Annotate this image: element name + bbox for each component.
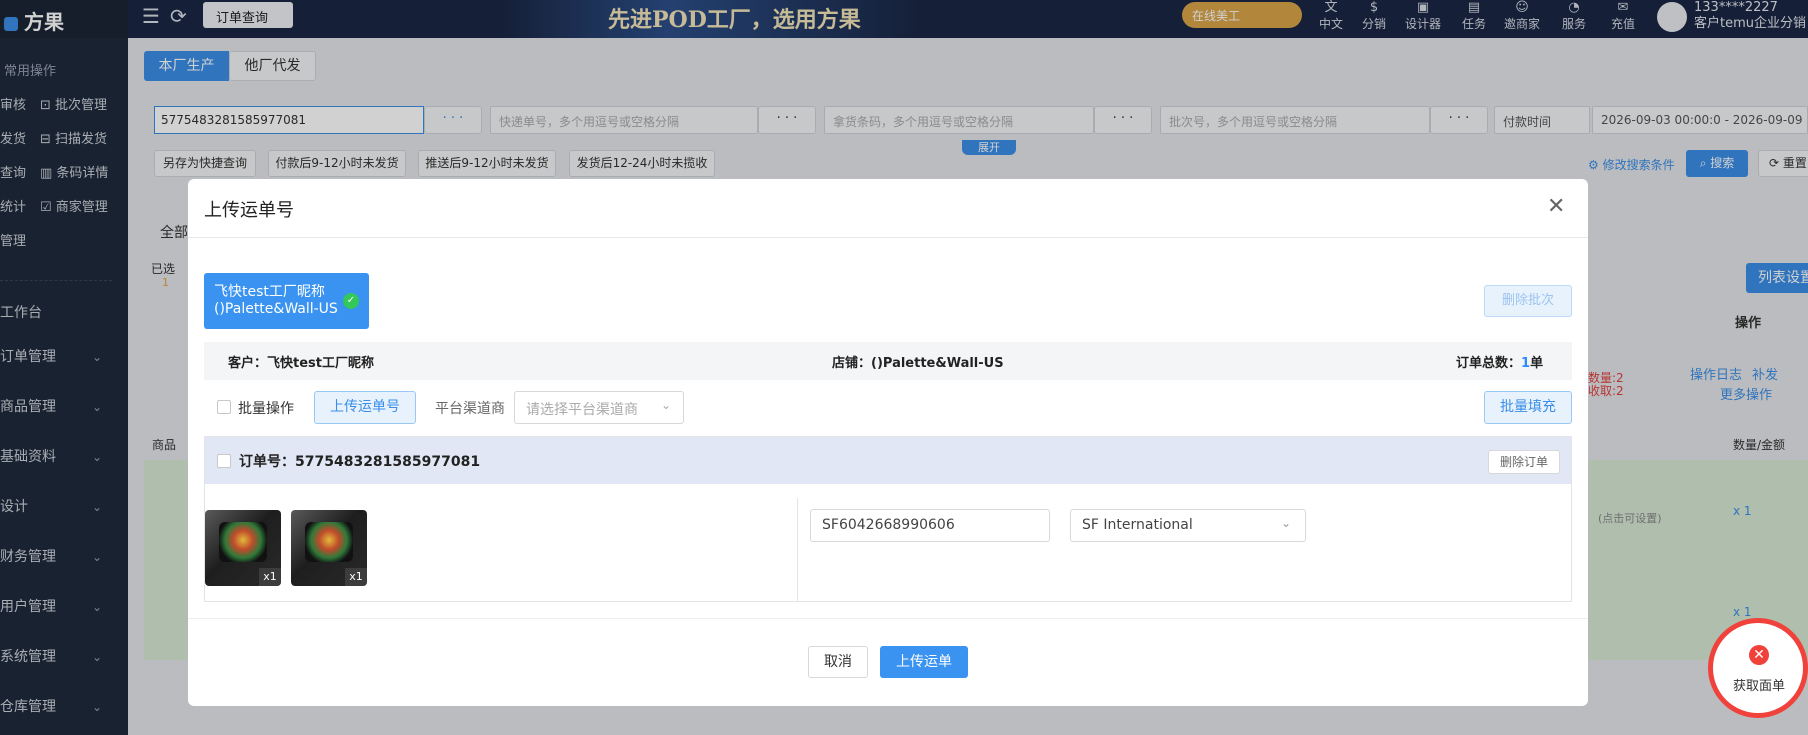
item-quantity: x1 bbox=[259, 568, 281, 586]
channel-label: 平台渠道商 bbox=[435, 401, 505, 417]
chevron-down-icon: ⌄ bbox=[660, 398, 671, 412]
delete-order-button[interactable]: 删除订单 bbox=[1488, 450, 1560, 474]
batch-operation-label[interactable]: 批量操作 bbox=[238, 398, 294, 418]
order-total-info: 订单总数：1单 bbox=[1456, 356, 1544, 371]
close-circle-icon: ✕ bbox=[1749, 645, 1769, 665]
customer-info: 客户：飞快test工厂昵称 bbox=[228, 356, 374, 371]
delete-batch-button[interactable]: 删除批次 bbox=[1484, 285, 1572, 317]
modal-footer-divider bbox=[188, 618, 1588, 619]
product-thumbnail[interactable]: x1 bbox=[291, 510, 367, 586]
product-thumbnail[interactable]: x1 bbox=[205, 510, 281, 586]
order-column-divider bbox=[797, 498, 798, 601]
channel-select[interactable]: 请选择平台渠道商 ⌄ bbox=[514, 391, 684, 424]
modal-divider bbox=[188, 237, 1588, 238]
get-waybill-fab[interactable]: ✕ 获取面单 bbox=[1708, 618, 1808, 718]
tracking-number-input[interactable]: SF6042668990606 bbox=[810, 509, 1050, 542]
order-checkbox[interactable] bbox=[217, 454, 231, 468]
upload-waybill-number-button[interactable]: 上传运单号 bbox=[314, 391, 416, 424]
jersey-image bbox=[219, 522, 267, 562]
check-circle-icon: ✓ bbox=[343, 293, 359, 309]
store-batch-card[interactable]: 飞快test工厂昵称 ()Palette&Wall-US ✓ bbox=[204, 273, 369, 329]
jersey-image bbox=[305, 522, 353, 562]
item-quantity: x1 bbox=[345, 568, 367, 586]
batch-fill-button[interactable]: 批量填充 bbox=[1484, 391, 1572, 424]
close-icon[interactable]: ✕ bbox=[1547, 194, 1565, 219]
cancel-button[interactable]: 取消 bbox=[808, 646, 868, 678]
store-info: 店铺：()Palette&Wall-US bbox=[832, 356, 1004, 371]
modal-title: 上传运单号 bbox=[204, 200, 294, 221]
batch-operation-checkbox[interactable] bbox=[217, 400, 231, 414]
submit-upload-button[interactable]: 上传运单 bbox=[880, 646, 968, 678]
chevron-down-icon: ⌄ bbox=[1280, 516, 1291, 530]
carrier-select[interactable]: SF International ⌄ bbox=[1070, 509, 1306, 542]
order-number: 订单号：5775483281585977081 bbox=[239, 454, 481, 470]
